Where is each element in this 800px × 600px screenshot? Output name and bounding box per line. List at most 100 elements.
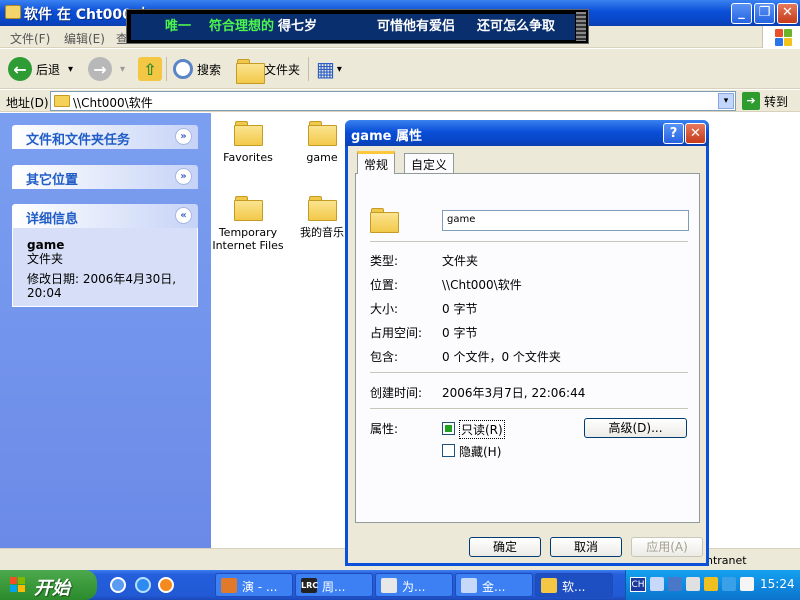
tray-app-icon[interactable] [704,577,718,591]
go-label: 转到 [764,94,789,109]
music-icon [221,578,237,593]
network-icon[interactable] [686,577,700,591]
lyric-line-rest: 得七岁 [278,19,318,34]
advanced-button[interactable]: 高级(D)... [584,418,687,438]
dialog-title: game 属性 [351,129,422,144]
folder-label: Favorites [223,151,273,164]
divider [370,372,688,373]
up-button[interactable]: ⇧ [138,55,162,83]
folder-icon [541,578,557,593]
readonly-label[interactable]: 只读(R) [459,420,505,439]
location-value: \\Cht000\软件 [442,278,522,292]
lyrics-scroll-handle[interactable] [576,12,586,41]
views-icon: ▦ [316,57,335,81]
menu-file[interactable]: 文件(F) [10,30,50,47]
folder-label: Temporary Internet Files [212,226,284,252]
lyric-line-2: 可惜他有爱侣 [377,19,456,34]
expand-chevron-icon[interactable]: » [175,128,192,145]
window-icon [461,578,477,593]
clock[interactable]: 15:24 [760,577,795,591]
created-label: 创建时间: [370,386,423,400]
hidden-label[interactable]: 隐藏(H) [459,443,501,460]
location-label: 位置: [370,278,399,292]
network-folder-icon [54,95,70,107]
internet-explorer-icon[interactable] [135,577,151,593]
show-desktop-icon[interactable] [110,577,126,593]
go-button[interactable]: ➔ 转到 [742,92,788,110]
details-time: 20:04 [27,286,62,300]
volume-icon[interactable] [740,577,754,591]
search-button[interactable]: 搜索 [173,55,221,83]
status-zone: ntranet [706,554,747,567]
forward-arrow-icon: → [88,57,112,81]
folders-icon [236,59,265,84]
back-label: 后退 [36,62,61,77]
ime-indicator[interactable]: CH [630,577,646,592]
folder-name-input[interactable]: game [442,210,689,231]
details-panel-header[interactable]: 详细信息 « [12,204,198,228]
keyboard-icon[interactable] [668,577,682,591]
taskbar-item-label: 周... [322,580,346,594]
size-label: 大小: [370,302,399,316]
go-arrow-icon: ➔ [742,92,760,110]
expand-chevron-icon[interactable]: » [175,168,192,185]
forward-button[interactable]: → ▾ [88,55,125,83]
attributes-label: 属性: [370,422,399,436]
qq-icon[interactable] [722,577,736,591]
taskbar-item[interactable]: 演 - ... [215,573,293,597]
media-player-icon[interactable] [158,577,174,593]
folder-item-temporary-internet-files[interactable]: Temporary Internet Files [208,196,288,252]
taskbar-item-label: 演 - ... [242,580,278,594]
back-dropdown-icon[interactable]: ▾ [68,64,73,75]
dialog-title-bar[interactable]: game 属性 ? ✕ [345,120,709,146]
apply-button[interactable]: 应用(A) [631,537,703,557]
taskbar-item-active[interactable]: 软... [535,573,613,597]
readonly-checkbox[interactable] [442,422,455,435]
file-tasks-title: 文件和文件夹任务 [26,133,131,148]
taskbar-item[interactable]: 为... [375,573,453,597]
lyric-line-highlight-2: 符合理想的 [209,19,275,34]
task-pane: 文件和文件夹任务 » 其它位置 » 详细信息 « game 文件夹 修改日期: … [0,113,211,548]
taskbar-item[interactable]: 金... [455,573,533,597]
taskbar-item[interactable]: LRC 周... [295,573,373,597]
address-dropdown-button[interactable]: ▾ [718,93,734,109]
toolbar-separator-2 [308,57,309,81]
up-folder-icon: ⇧ [138,57,162,81]
collapse-chevron-icon[interactable]: « [175,207,192,224]
lyrics-window[interactable]: 唯一 符合理想的 得七岁 可惜他有爱侣 还可怎么争取 [126,9,589,44]
address-input[interactable]: \\Cht000\软件 ▾ [50,91,736,111]
back-button[interactable]: ← 后退 ▾ [8,55,73,83]
minimize-button[interactable]: _ [731,3,752,24]
hidden-checkbox[interactable] [442,444,455,457]
taskbar-item-label: 软... [562,580,586,594]
folder-large-icon [370,208,399,233]
maximize-button[interactable]: ❐ [754,3,775,24]
folder-icon [308,121,337,146]
windows-flag-icon [10,577,26,593]
toolbar-separator [166,57,167,81]
help-button[interactable]: ? [663,123,684,144]
cancel-button[interactable]: 取消 [550,537,622,557]
close-button[interactable]: ✕ [777,3,798,24]
folders-button[interactable]: 文件夹 [236,55,300,84]
tab-customize[interactable]: 自定义 [404,153,455,173]
dialog-close-button[interactable]: ✕ [685,123,706,144]
language-bar-icon[interactable] [650,577,664,591]
start-button[interactable]: 开始 [0,570,97,600]
menu-edit[interactable]: 编辑(E) [64,30,105,47]
details-modified: 修改日期: 2006年4月30日, [27,272,177,286]
ok-button[interactable]: 确定 [469,537,541,557]
views-button[interactable]: ▦ ▾ [316,55,342,83]
divider [370,241,688,242]
dialog-body: 常规 自定义 game 类型: 文件夹 位置: \\Cht000\软件 大小: … [348,146,706,563]
other-places-panel-header[interactable]: 其它位置 » [12,165,198,189]
file-tasks-panel-header[interactable]: 文件和文件夹任务 » [12,125,198,149]
windows-logo-icon [762,26,800,48]
folder-item-favorites[interactable]: Favorites [208,121,288,164]
system-tray: CH 15:24 [625,570,800,600]
tab-general[interactable]: 常规 [357,151,396,174]
details-type: 文件夹 [27,252,64,266]
lyric-line-3: 还可怎么争取 [477,19,556,34]
divider [370,408,688,409]
forward-dropdown-icon[interactable]: ▾ [120,64,125,75]
